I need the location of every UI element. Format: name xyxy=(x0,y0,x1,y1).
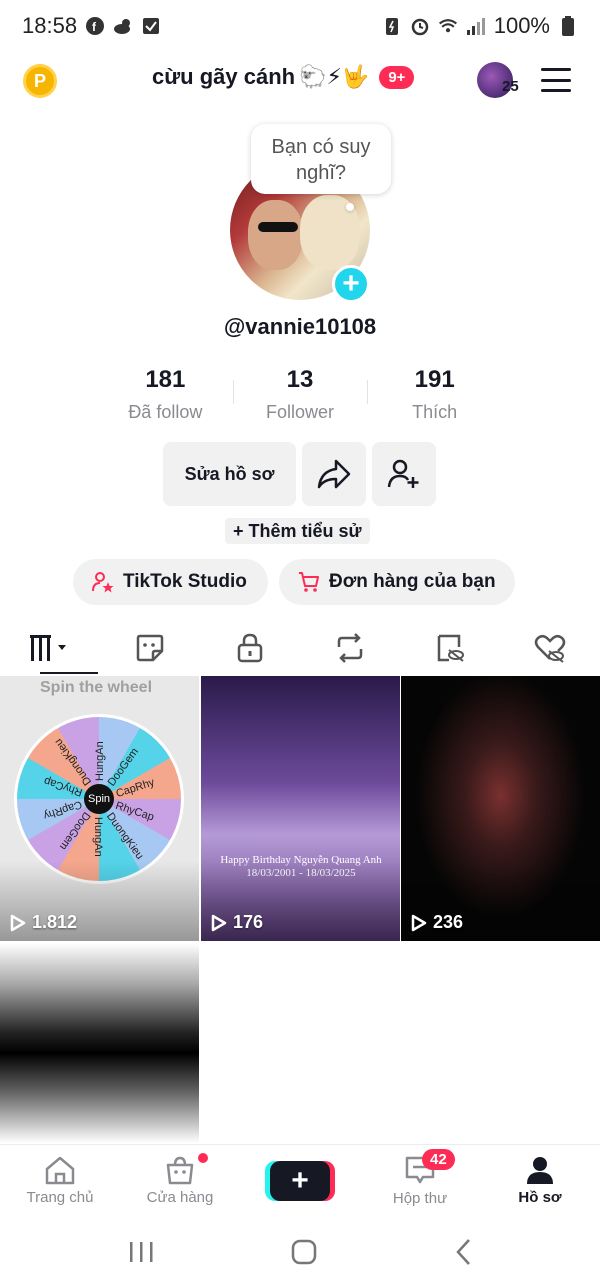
following-stat[interactable]: 181 Đã follow xyxy=(98,366,233,423)
following-count: 181 xyxy=(145,366,186,393)
profile-header: P cừu gãy cánh 🐑⚡🤟 9+ 25 xyxy=(0,56,600,106)
nav-inbox[interactable]: 42 Hộp thư xyxy=(360,1145,480,1216)
hidden-tag-icon xyxy=(437,634,464,662)
view-count: 176 xyxy=(211,912,263,933)
video-thumbnail[interactable]: Happy Birthday Nguyễn Quang Anh 18/03/20… xyxy=(201,676,400,941)
inbox-badge: 42 xyxy=(422,1149,455,1170)
share-profile-button[interactable] xyxy=(302,442,366,506)
likes-count: 191 xyxy=(414,366,455,393)
content-tabs xyxy=(0,620,600,676)
tab-videos[interactable] xyxy=(0,620,100,676)
battery-percent: 100% xyxy=(493,13,550,38)
thought-bubble[interactable]: Bạn có suy nghĩ? xyxy=(251,124,391,194)
following-label: Đã follow xyxy=(128,402,203,422)
videos-grid-icon xyxy=(30,635,66,661)
status-time: 18:58 xyxy=(22,13,78,38)
nav-profile-label: Hồ sơ xyxy=(518,1189,562,1206)
back-icon[interactable] xyxy=(454,1238,472,1266)
tab-tagged[interactable] xyxy=(400,620,500,676)
orders-button[interactable]: Đơn hàng của bạn xyxy=(279,559,515,605)
add-user-icon xyxy=(387,459,419,488)
bottom-navigation: Trang chủ Cửa hàng + 42 Hộp thư Hồ sơ xyxy=(0,1144,600,1216)
nav-home-label: Trang chủ xyxy=(26,1189,94,1206)
home-button-icon[interactable] xyxy=(291,1239,317,1265)
video-thumbnail[interactable]: Spin the wheel HungAn DooGem CapRhy RhyC… xyxy=(0,676,199,941)
notification-badge: 9+ xyxy=(379,65,415,89)
create-plus-icon: + xyxy=(270,1160,330,1201)
home-icon xyxy=(45,1156,75,1185)
tab-stickers[interactable] xyxy=(100,620,200,676)
add-avatar-button[interactable]: + xyxy=(332,265,370,303)
system-navigation xyxy=(0,1216,600,1287)
followers-label: Follower xyxy=(265,402,335,422)
liked-hidden-icon xyxy=(534,635,566,663)
battery-icon xyxy=(558,16,578,36)
battery-saver-icon xyxy=(382,16,402,36)
play-icon xyxy=(211,914,227,931)
nav-inbox-label: Hộp thư xyxy=(392,1190,448,1207)
shop-bag-icon xyxy=(166,1156,194,1185)
tiktok-studio-label: TikTok Studio xyxy=(123,571,247,592)
coins-icon[interactable]: P xyxy=(23,64,57,98)
shop-notification-dot xyxy=(198,1153,208,1163)
likes-label: Thích xyxy=(412,402,458,422)
weather-icon xyxy=(113,16,133,36)
menu-icon[interactable] xyxy=(541,68,571,92)
orders-label: Đơn hàng của bạn xyxy=(329,571,496,592)
status-bar: 18:58 f 100% xyxy=(0,0,600,52)
thought-bubble-text: Bạn có suy nghĩ? xyxy=(271,136,371,184)
share-icon xyxy=(317,459,351,489)
video-overlay-title: Spin the wheel xyxy=(40,679,153,696)
checkbox-icon xyxy=(141,16,161,36)
tab-private[interactable] xyxy=(200,620,300,676)
tab-liked[interactable] xyxy=(500,620,600,676)
signal-icon xyxy=(466,16,486,36)
nav-profile[interactable]: Hồ sơ xyxy=(480,1145,600,1216)
profile-name: cừu gãy cánh xyxy=(152,64,296,89)
cart-icon xyxy=(299,572,319,592)
edit-profile-button[interactable]: Sửa hồ sơ xyxy=(163,442,296,506)
profile-name-switcher[interactable]: cừu gãy cánh 🐑⚡🤟 9+ xyxy=(152,64,415,90)
sticker-icon xyxy=(136,634,164,662)
wifi-icon xyxy=(438,16,458,36)
facebook-icon: f xyxy=(85,16,105,36)
lock-icon xyxy=(237,633,263,663)
studio-icon xyxy=(92,572,114,593)
view-count: 236 xyxy=(411,912,463,933)
followers-count: 13 xyxy=(286,366,314,393)
add-friends-button[interactable] xyxy=(372,442,436,506)
nav-shop[interactable]: Cửa hàng xyxy=(120,1145,240,1216)
tab-reposts[interactable] xyxy=(300,620,400,676)
recent-apps-icon[interactable] xyxy=(128,1241,154,1263)
alarm-icon xyxy=(410,16,430,36)
nav-create[interactable]: + xyxy=(240,1145,360,1216)
spin-button: Spin xyxy=(84,784,114,814)
tiktok-studio-button[interactable]: TikTok Studio xyxy=(73,559,268,605)
view-count: 1.812 xyxy=(10,912,77,933)
nav-shop-label: Cửa hàng xyxy=(146,1189,214,1206)
profile-stats: 181 Đã follow 13 Follower 191 Thích xyxy=(98,366,502,423)
profile-icon xyxy=(527,1157,553,1184)
video-thumbnail[interactable] xyxy=(0,943,199,1143)
wheel-label: HungAn xyxy=(92,817,104,857)
add-bio-button[interactable]: + Thêm tiểu sử xyxy=(225,518,370,544)
play-icon xyxy=(411,914,427,931)
video-thumbnail[interactable]: 236 xyxy=(401,676,600,941)
play-icon xyxy=(10,914,26,931)
repost-icon xyxy=(337,633,363,663)
likes-stat[interactable]: 191 Thích xyxy=(367,366,502,423)
profile-name-emojis: 🐑⚡🤟 xyxy=(299,64,370,89)
username: @vannie10108 xyxy=(223,314,377,339)
nav-home[interactable]: Trang chủ xyxy=(0,1145,120,1216)
followers-stat[interactable]: 13 Follower xyxy=(232,366,368,423)
thought-bubble-tail xyxy=(346,203,354,211)
account-count: 25 xyxy=(502,78,519,95)
wheel-label: HungAn xyxy=(94,741,106,781)
